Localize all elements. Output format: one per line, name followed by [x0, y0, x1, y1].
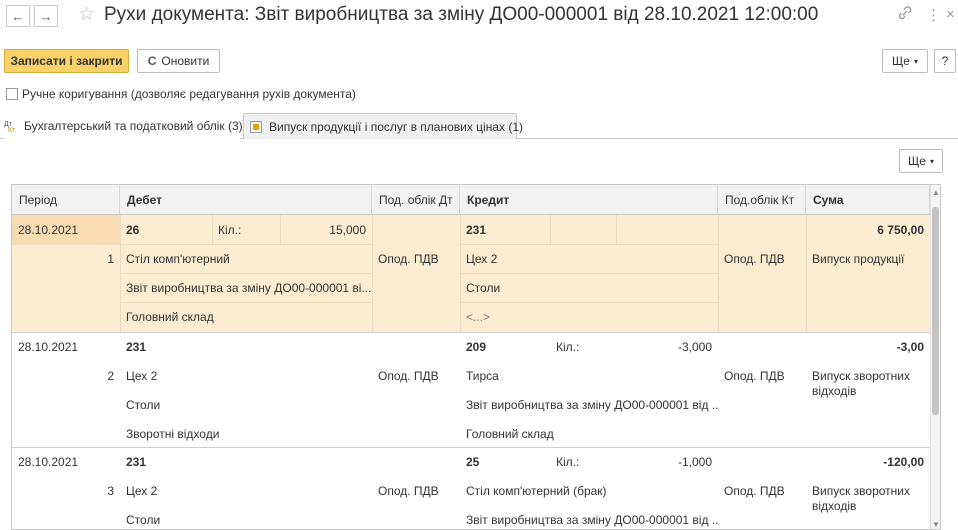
arrow-left-icon: ←	[11, 8, 25, 24]
credit-account[interactable]: 209	[460, 332, 550, 361]
svg-text:Кт: Кт	[8, 127, 16, 133]
manual-edit-label: Ручне коригування (дозволяє редагування …	[22, 87, 356, 101]
credit-subconto[interactable]: Стіл комп'ютерний (брак)	[460, 476, 718, 505]
credit-qty-label: Кіл.:	[556, 454, 580, 469]
credit-account[interactable]: 231	[460, 215, 550, 244]
more-actions-icon[interactable]: ⋮	[926, 6, 941, 24]
grid-more-button[interactable]: Ще ▾	[899, 149, 943, 173]
row-period[interactable]: 28.10.2021	[12, 215, 120, 244]
page-title: Рухи документа: Звіт виробництва за змін…	[104, 4, 819, 25]
favorite-star-icon[interactable]: ☆	[78, 3, 95, 26]
chevron-down-icon: ▾	[913, 56, 918, 66]
entry-content[interactable]: Випуск зворотних відходів	[806, 476, 930, 516]
refresh-button[interactable]: C Оновити	[137, 49, 220, 73]
manual-edit-checkbox[interactable]	[6, 88, 18, 100]
credit-qty-label: Кіл.:	[556, 339, 580, 354]
credit-subconto[interactable]: Тирса	[460, 361, 718, 390]
tab-output-label: Випуск продукції і послуг в планових цін…	[269, 119, 524, 134]
more-button[interactable]: Ще ▾	[882, 49, 928, 73]
debit-account[interactable]: 26	[120, 215, 212, 244]
sub-kt-value[interactable]: Опод. ПДВ	[718, 244, 806, 273]
entry-content[interactable]: Випуск зворотних відходів	[806, 361, 930, 401]
col-header-debit[interactable]: Дебет	[120, 185, 372, 215]
debit-subconto[interactable]: Цех 2	[120, 476, 372, 505]
debit-account[interactable]: 231	[120, 332, 212, 361]
register-icon	[250, 120, 262, 133]
debit-subconto[interactable]: Столи	[120, 505, 372, 529]
debit-subconto[interactable]: Зворотні відходи	[120, 419, 372, 448]
back-button[interactable]: ←	[6, 5, 30, 27]
debit-qty[interactable]: 15,000	[280, 215, 372, 244]
refresh-label: Оновити	[161, 54, 210, 68]
scroll-down-icon[interactable]: ▼	[932, 520, 940, 529]
debit-subconto[interactable]: Головний склад	[120, 302, 372, 331]
credit-subconto[interactable]: Столи	[460, 273, 718, 302]
sub-dt-value[interactable]: Опод. ПДВ	[372, 361, 460, 390]
entry-content[interactable]: Випуск продукції	[806, 244, 930, 273]
more-label: Ще	[892, 54, 910, 68]
debit-subconto[interactable]: Цех 2	[120, 361, 372, 390]
debit-account[interactable]: 231	[120, 447, 212, 476]
col-header-sub-dt[interactable]: Под. облік Дт	[372, 185, 460, 215]
movements-table[interactable]: Період Дебет Под. облік Дт Кредит Под.об…	[11, 184, 941, 530]
sum-value[interactable]: -120,00	[806, 447, 930, 476]
save-and-close-button[interactable]: Записати і закрити	[4, 49, 129, 73]
credit-subconto[interactable]: Цех 2	[460, 244, 718, 273]
sub-dt-value[interactable]: Опод. ПДВ	[372, 476, 460, 505]
help-button[interactable]: ?	[934, 49, 956, 73]
credit-subconto[interactable]: Головний склад	[460, 419, 718, 448]
refresh-icon: C	[147, 54, 157, 68]
col-header-period[interactable]: Період	[12, 185, 120, 215]
credit-qty[interactable]: -1,000	[616, 447, 718, 476]
tab-accounting-label: Бухгалтерський та податковий облік (3)	[24, 119, 243, 133]
col-header-credit[interactable]: Кредит	[460, 185, 718, 215]
row-number: 2	[107, 368, 114, 383]
credit-subconto[interactable]: <...>	[460, 302, 718, 331]
row-number: 1	[107, 251, 114, 266]
credit-subconto[interactable]: Звіт виробництва за зміну ДО00-000001 ві…	[460, 505, 718, 529]
chevron-down-icon: ▾	[929, 156, 934, 166]
dt-kt-icon: Дт Кт	[4, 119, 18, 134]
scrollbar-thumb[interactable]	[932, 207, 939, 415]
row-number: 3	[107, 483, 114, 498]
credit-account[interactable]: 25	[460, 447, 550, 476]
arrow-right-icon: →	[39, 8, 53, 24]
link-icon[interactable]	[898, 6, 912, 24]
col-header-sub-kt[interactable]: Под.облік Кт	[718, 185, 806, 215]
sum-value[interactable]: 6 750,00	[806, 215, 930, 244]
debit-subconto[interactable]: Столи	[120, 390, 372, 419]
scroll-up-icon[interactable]: ▲	[932, 188, 940, 197]
sub-kt-value[interactable]: Опод. ПДВ	[718, 476, 806, 505]
forward-button[interactable]: →	[34, 5, 58, 27]
debit-subconto[interactable]: Стіл комп'ютерний	[120, 244, 372, 273]
row-period[interactable]: 28.10.2021	[12, 447, 120, 476]
grid-more-label: Ще	[908, 154, 926, 168]
row-period[interactable]: 28.10.2021	[12, 332, 120, 361]
debit-subconto[interactable]: Звіт виробництва за зміну ДО00-000001 ві…	[120, 273, 372, 302]
tab-accounting[interactable]: Дт Кт Бухгалтерський та податковий облік …	[4, 113, 243, 139]
credit-subconto[interactable]: Звіт виробництва за зміну ДО00-000001 ві…	[460, 390, 718, 419]
tab-output-planned-prices[interactable]: Випуск продукції і послуг в планових цін…	[243, 113, 523, 139]
debit-qty-label: Кіл.:	[218, 222, 242, 237]
sum-value[interactable]: -3,00	[806, 332, 930, 361]
close-icon[interactable]: ×	[946, 6, 955, 23]
col-header-sum[interactable]: Сума	[806, 185, 930, 215]
sub-dt-value[interactable]: Опод. ПДВ	[372, 244, 460, 273]
credit-qty[interactable]: -3,000	[616, 332, 718, 361]
sub-kt-value[interactable]: Опод. ПДВ	[718, 361, 806, 390]
